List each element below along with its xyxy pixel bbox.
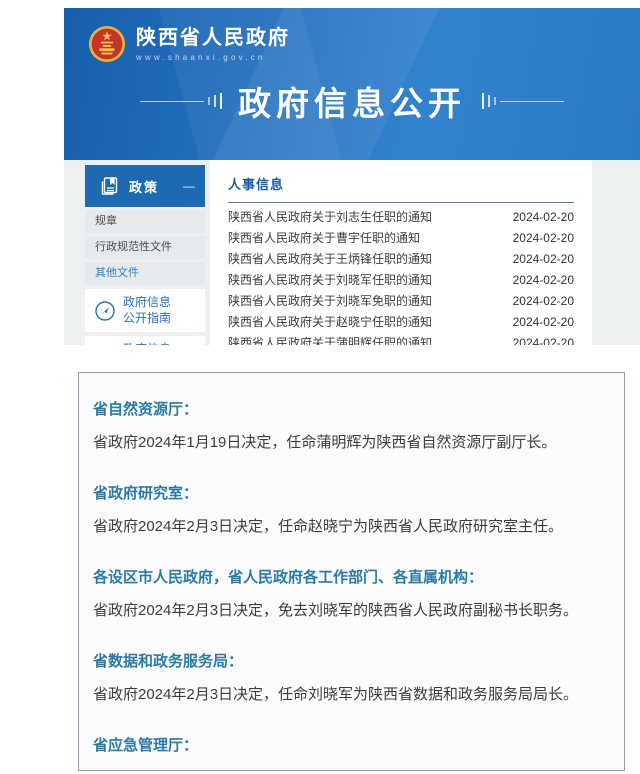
- list-item: 陕西省人民政府关于蒲明辉任职的通知 2024-02-20: [228, 332, 574, 345]
- banner: 政府信息公开: [64, 77, 640, 125]
- notice-date: 2024-02-20: [513, 273, 574, 287]
- sidebar-section-policy[interactable]: 政策 —: [85, 165, 205, 207]
- doc-section: 省自然资源厅： 省政府2024年1月19日决定，任命蒲明辉为陕西省自然资源厅副厅…: [93, 398, 600, 456]
- notice-link[interactable]: 陕西省人民政府关于刘晓军免职的通知: [228, 292, 432, 309]
- doc-section: 省政府研究室： 省政府2024年2月3日决定，任命赵晓宁为陕西省人民政府研究室主…: [93, 482, 600, 540]
- list-item: 陕西省人民政府关于赵晓宁任职的通知 2024-02-20: [228, 311, 574, 332]
- notice-date: 2024-02-20: [513, 252, 574, 266]
- national-emblem-icon: [88, 25, 126, 63]
- notice-date: 2024-02-20: [513, 231, 574, 245]
- notice-link[interactable]: 陕西省人民政府关于赵晓宁任职的通知: [228, 313, 432, 330]
- site-name: 陕西省人民政府: [136, 27, 290, 49]
- notice-date: 2024-02-20: [513, 294, 574, 308]
- doc-section: 各设区市人民政府，省人民政府各工作部门、各直属机构： 省政府2024年2月3日决…: [93, 566, 600, 624]
- list-item: 陕西省人民政府关于王炳锋任职的通知 2024-02-20: [228, 248, 574, 269]
- sidebar-link-guide[interactable]: 政府信息公开指南: [85, 289, 205, 332]
- notice-link[interactable]: 陕西省人民政府关于曹宇任职的通知: [228, 229, 420, 246]
- notice-date: 2024-02-20: [513, 315, 574, 329]
- personnel-panel: 人事信息 陕西省人民政府关于刘志生任职的通知 2024-02-20 陕西省人民政…: [210, 160, 592, 345]
- collapse-icon[interactable]: —: [183, 179, 195, 193]
- page-title: 政府信息公开: [238, 77, 466, 125]
- doc-section-body: 省政府2024年2月3日决定，任命刘晓军为陕西省数据和政务服务局局长。: [93, 682, 600, 708]
- sidebar-section-label: 政策: [129, 177, 159, 196]
- sidebar-item-label: 规章: [95, 215, 117, 227]
- doc-section-body: 省政府2024年1月19日决定，任命蒲明辉为陕西省自然资源厅副厅长。: [93, 430, 600, 456]
- sidebar-link-label: 政府信息公开指南: [123, 295, 181, 326]
- doc-section: 省数据和政务服务局： 省政府2024年2月3日决定，任命刘晓军为陕西省数据和政务…: [93, 650, 600, 708]
- site-url: www.shaanxi.gov.cn: [136, 53, 290, 62]
- sidebar-item-label: 行政规范性文件: [95, 241, 172, 253]
- notice-link[interactable]: 陕西省人民政府关于刘晓军任职的通知: [228, 271, 432, 288]
- doc-section-heading: 省数据和政务服务局：: [93, 650, 600, 671]
- sidebar-link-label: 政府信息公开制度: [123, 342, 181, 345]
- doc-section-heading: 省自然资源厅：: [93, 398, 600, 419]
- notice-date: 2024-02-20: [513, 336, 574, 346]
- top-content: 政策 — 规章 行政规范性文件 其他文件 政府信息公开指南: [64, 160, 640, 345]
- notice-link[interactable]: 陕西省人民政府关于刘志生任职的通知: [228, 208, 432, 225]
- compass-icon: [94, 300, 116, 322]
- doc-section-body: 省政府2024年2月3日决定，免去刘晓军的陕西省人民政府副秘书长职务。: [93, 598, 600, 624]
- notice-link[interactable]: 陕西省人民政府关于王炳锋任职的通知: [228, 250, 432, 267]
- site-logo-row[interactable]: 陕西省人民政府 www.shaanxi.gov.cn: [64, 8, 640, 63]
- sidebar-item[interactable]: 规章: [85, 210, 205, 233]
- site-identity: 陕西省人民政府 www.shaanxi.gov.cn: [136, 27, 290, 62]
- banner-deco-right: [482, 93, 564, 109]
- appointment-document: 省自然资源厅： 省政府2024年1月19日决定，任命蒲明辉为陕西省自然资源厅副厅…: [78, 372, 625, 771]
- doc-section-body: 省政府2024年2月7日决定，任命王炳锋为陕西省应急管理厅副厅长。: [93, 766, 600, 771]
- sidebar: 政策 — 规章 行政规范性文件 其他文件 政府信息公开指南: [85, 160, 205, 345]
- sidebar-item[interactable]: 其他文件: [85, 262, 205, 285]
- notice-date: 2024-02-20: [513, 210, 574, 224]
- book-icon: [97, 174, 121, 198]
- doc-section: 省应急管理厅： 省政府2024年2月7日决定，任命王炳锋为陕西省应急管理厅副厅长…: [93, 734, 600, 771]
- list-item: 陕西省人民政府关于刘晓军任职的通知 2024-02-20: [228, 269, 574, 290]
- sidebar-item[interactable]: 行政规范性文件: [85, 236, 205, 259]
- page: 陕西省人民政府 www.shaanxi.gov.cn 政府信息公开: [0, 0, 640, 774]
- doc-section-heading: 各设区市人民政府，省人民政府各工作部门、各直属机构：: [93, 566, 600, 587]
- site-header: 陕西省人民政府 www.shaanxi.gov.cn 政府信息公开: [64, 8, 640, 160]
- doc-section-body: 省政府2024年2月3日决定，任命赵晓宁为陕西省人民政府研究室主任。: [93, 514, 600, 540]
- list-item: 陕西省人民政府关于刘志生任职的通知 2024-02-20: [228, 206, 574, 227]
- sidebar-link-system[interactable]: 政府信息公开制度: [85, 336, 205, 345]
- list-item: 陕西省人民政府关于刘晓军免职的通知 2024-02-20: [228, 290, 574, 311]
- notice-link[interactable]: 陕西省人民政府关于蒲明辉任职的通知: [228, 334, 432, 345]
- sidebar-item-label: 其他文件: [95, 267, 139, 279]
- banner-deco-left: [140, 93, 222, 109]
- doc-section-heading: 省应急管理厅：: [93, 734, 600, 755]
- list-title: 人事信息: [228, 174, 574, 203]
- list-item: 陕西省人民政府关于曹宇任职的通知 2024-02-20: [228, 227, 574, 248]
- doc-section-heading: 省政府研究室：: [93, 482, 600, 503]
